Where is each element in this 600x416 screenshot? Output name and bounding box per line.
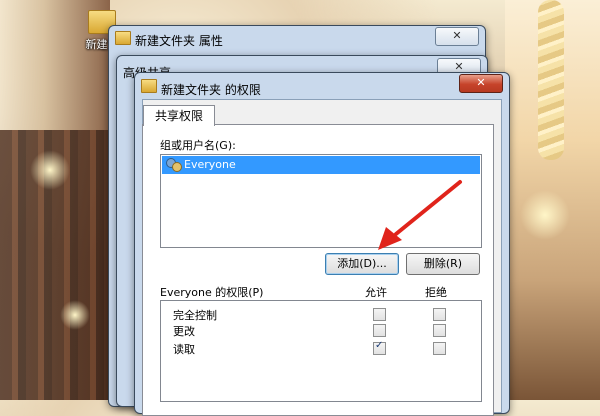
folder-icon [141, 79, 157, 93]
perm-read-label: 读取 [173, 343, 195, 356]
users-group-icon [166, 158, 182, 172]
folder-icon [115, 31, 131, 45]
user-listbox[interactable]: Everyone [160, 154, 482, 248]
tab-share-permissions[interactable]: 共享权限 [143, 105, 215, 126]
full-control-allow-checkbox[interactable] [373, 308, 386, 321]
permissions-titlebar[interactable]: 新建文件夹 的权限 ✕ [135, 73, 509, 99]
perm-change-label: 更改 [173, 325, 195, 338]
permissions-close-button[interactable]: ✕ [459, 74, 503, 93]
wallpaper-glow [60, 300, 90, 330]
deny-column-header: 拒绝 [425, 286, 447, 299]
perm-full-control-label: 完全控制 [173, 309, 217, 322]
group-user-label: 组或用户名(G): [160, 139, 236, 152]
wallpaper-glow [520, 190, 570, 240]
full-control-deny-checkbox[interactable] [433, 308, 446, 321]
read-deny-checkbox[interactable] [433, 342, 446, 355]
properties-titlebar[interactable]: 新建文件夹 属性 ✕ [109, 26, 485, 52]
add-button[interactable]: 添加(D)... [325, 253, 399, 275]
permissions-list: 完全控制 更改 读取 [160, 300, 482, 402]
wallpaper-rope [538, 0, 564, 160]
read-allow-checkbox[interactable] [373, 340, 386, 355]
permissions-title: 新建文件夹 的权限 [161, 83, 261, 97]
change-deny-checkbox[interactable] [433, 324, 446, 337]
remove-button[interactable]: 删除(R) [406, 253, 480, 275]
wallpaper-glow [30, 150, 70, 190]
permissions-for-label: Everyone 的权限(P) [160, 286, 264, 299]
list-item[interactable]: Everyone [162, 156, 480, 174]
change-allow-checkbox[interactable] [373, 324, 386, 337]
user-name: Everyone [184, 158, 236, 171]
allow-column-header: 允许 [365, 286, 387, 299]
properties-close-button[interactable]: ✕ [435, 27, 479, 46]
properties-title: 新建文件夹 属性 [135, 34, 223, 48]
